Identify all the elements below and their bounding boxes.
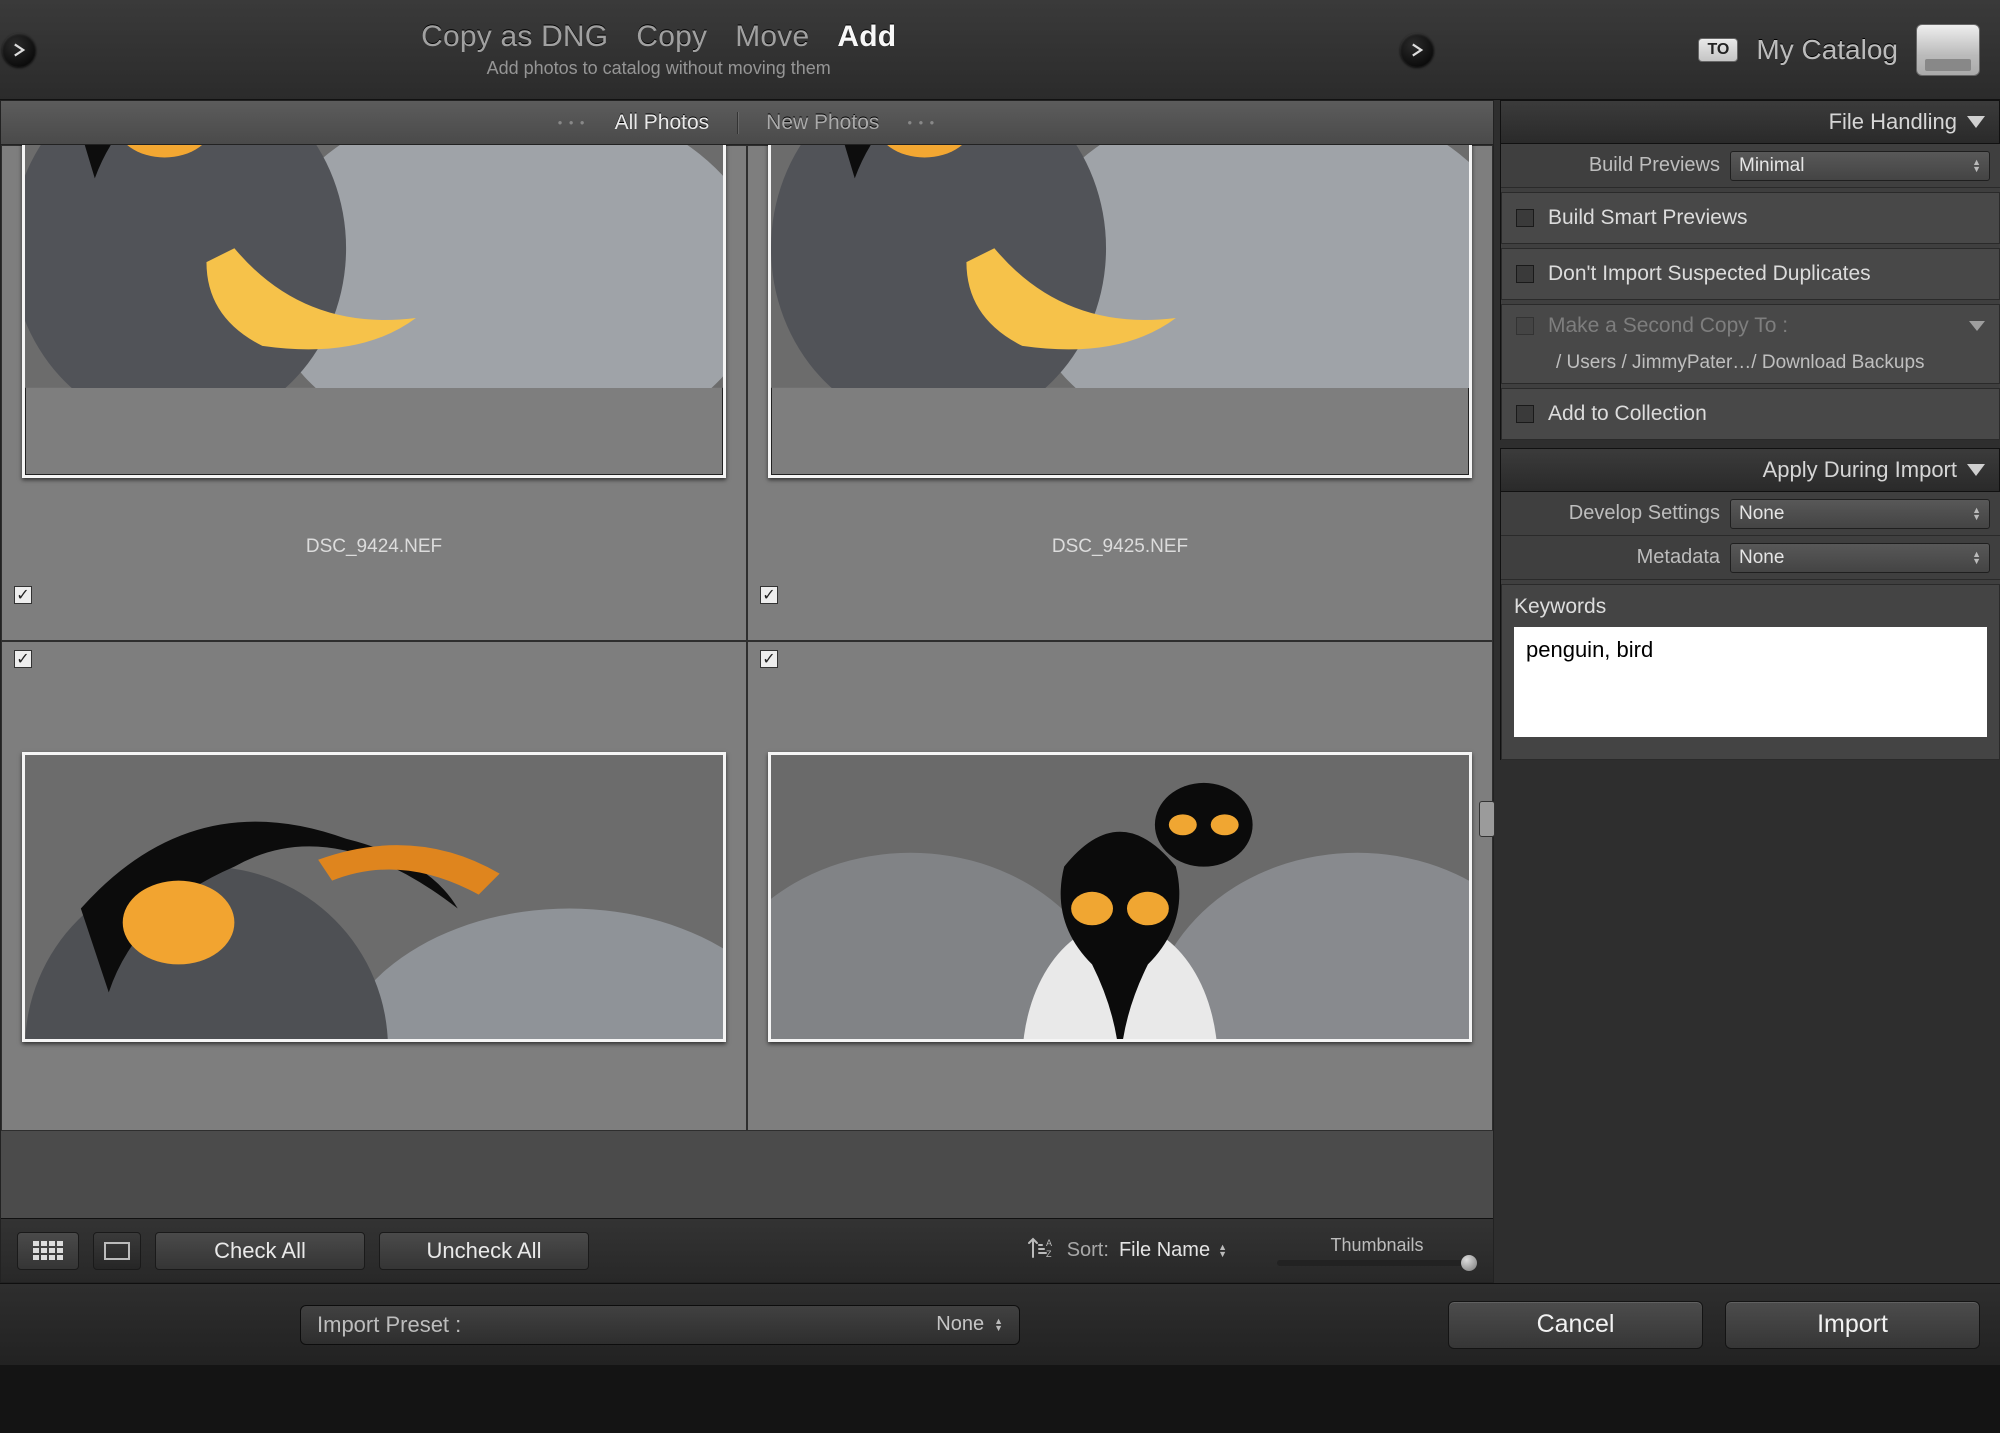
thumbnail-image	[22, 752, 726, 1042]
chevron-down-icon	[1969, 321, 1985, 331]
keywords-block: Keywords	[1501, 584, 2000, 760]
mode-move[interactable]: Move	[735, 20, 809, 54]
develop-settings-dropdown[interactable]: None ▲▼	[1730, 499, 1990, 529]
svg-text:A: A	[1046, 1238, 1052, 1248]
mode-copy-dng[interactable]: Copy as DNG	[421, 20, 608, 54]
sort-dropdown[interactable]: File Name ▲▼	[1119, 1239, 1227, 1262]
metadata-dropdown[interactable]: None ▲▼	[1730, 543, 1990, 573]
checkbox-icon[interactable]	[1516, 405, 1534, 423]
sort-direction-icon[interactable]: AZ	[1027, 1235, 1057, 1267]
uncheck-all-button[interactable]: Uncheck All	[379, 1232, 589, 1270]
sort-label: Sort:	[1067, 1239, 1109, 1262]
thumbnail-image	[768, 145, 1472, 478]
thumbnail-grid-area: ● ● ● All Photos New Photos ● ● ●	[0, 100, 1494, 1283]
import-topbar: Copy as DNG Copy Move Add Add photos to …	[0, 0, 2000, 100]
thumbnail-image	[768, 752, 1472, 1042]
mode-subtitle: Add photos to catalog without moving the…	[421, 58, 896, 79]
filter-all-photos[interactable]: All Photos	[615, 111, 710, 135]
keywords-label: Keywords	[1514, 595, 1987, 619]
filter-divider-icon: ● ● ●	[907, 118, 936, 127]
thumbnail-checkbox[interactable]: ✓	[14, 650, 32, 668]
filter-new-photos[interactable]: New Photos	[766, 111, 879, 135]
svg-text:Z: Z	[1046, 1249, 1052, 1259]
loupe-view-button[interactable]	[93, 1232, 141, 1270]
thumbnail-cell[interactable]: DSC_9424.NEF ✓	[1, 145, 747, 641]
keywords-input[interactable]	[1514, 627, 1987, 737]
thumbnail-image	[22, 145, 726, 478]
metadata-row: Metadata None ▲▼	[1501, 536, 2000, 580]
background-peek	[0, 1365, 2000, 1433]
thumbnail-cell[interactable]: ✓	[747, 641, 1493, 1131]
grid-toolbar: Check All Uncheck All AZ Sort: File Name…	[1, 1218, 1493, 1282]
scrollbar-handle[interactable]	[1479, 801, 1495, 837]
checkbox-icon[interactable]	[1516, 265, 1534, 283]
filter-separator	[737, 112, 738, 134]
destination-display[interactable]: TO My Catalog	[1698, 24, 1980, 76]
thumbnail-filename: DSC_9424.NEF	[2, 536, 746, 558]
disk-icon	[1916, 24, 1980, 76]
thumbnails-label: Thumbnails	[1330, 1235, 1423, 1256]
develop-settings-row: Develop Settings None ▲▼	[1501, 492, 2000, 536]
thumbnail-cell[interactable]: DSC_9425.NEF ✓	[747, 145, 1493, 641]
source-expand-button[interactable]	[2, 33, 36, 67]
check-all-button[interactable]: Check All	[155, 1232, 365, 1270]
thumbnail-checkbox[interactable]: ✓	[14, 586, 32, 604]
grid-view-button[interactable]	[17, 1232, 79, 1270]
add-to-collection-row[interactable]: Add to Collection	[1501, 388, 2000, 440]
chevron-down-icon	[1967, 116, 1985, 128]
mode-add[interactable]: Add	[837, 20, 896, 54]
thumbnail-checkbox[interactable]: ✓	[760, 586, 778, 604]
filter-divider-icon: ● ● ●	[558, 118, 587, 127]
smart-previews-row[interactable]: Build Smart Previews	[1501, 192, 2000, 244]
thumbnail-checkbox[interactable]: ✓	[760, 650, 778, 668]
cancel-button[interactable]: Cancel	[1448, 1301, 1703, 1349]
right-panel: File Handling Build Previews Minimal ▲▼ …	[1500, 100, 2000, 1283]
destination-expand-button[interactable]	[1400, 33, 1434, 67]
bottom-bar: Import Preset : None ▲▼ Cancel Import	[0, 1283, 2000, 1365]
thumbnail-cell[interactable]: ✓	[1, 641, 747, 1131]
to-badge: TO	[1698, 38, 1738, 62]
import-preset-dropdown[interactable]: Import Preset : None ▲▼	[300, 1305, 1020, 1345]
filter-bar: ● ● ● All Photos New Photos ● ● ●	[1, 101, 1493, 145]
file-handling-header[interactable]: File Handling	[1500, 100, 2000, 144]
second-copy-path: / Users / JimmyPater…/ Download Backups	[1556, 352, 1925, 374]
checkbox-icon[interactable]	[1516, 209, 1534, 227]
catalog-name: My Catalog	[1756, 34, 1898, 66]
duplicates-row[interactable]: Don't Import Suspected Duplicates	[1501, 248, 2000, 300]
build-previews-dropdown[interactable]: Minimal ▲▼	[1730, 151, 1990, 181]
import-button[interactable]: Import	[1725, 1301, 1980, 1349]
second-copy-row: Make a Second Copy To : / Users / JimmyP…	[1501, 304, 2000, 384]
apply-during-import-header[interactable]: Apply During Import	[1500, 448, 2000, 492]
thumbnail-filename: DSC_9425.NEF	[748, 536, 1492, 558]
thumbnail-size-slider[interactable]	[1277, 1260, 1477, 1266]
chevron-down-icon	[1967, 464, 1985, 476]
checkbox-icon	[1516, 317, 1534, 335]
mode-copy[interactable]: Copy	[636, 20, 707, 54]
build-previews-row: Build Previews Minimal ▲▼	[1501, 144, 2000, 188]
